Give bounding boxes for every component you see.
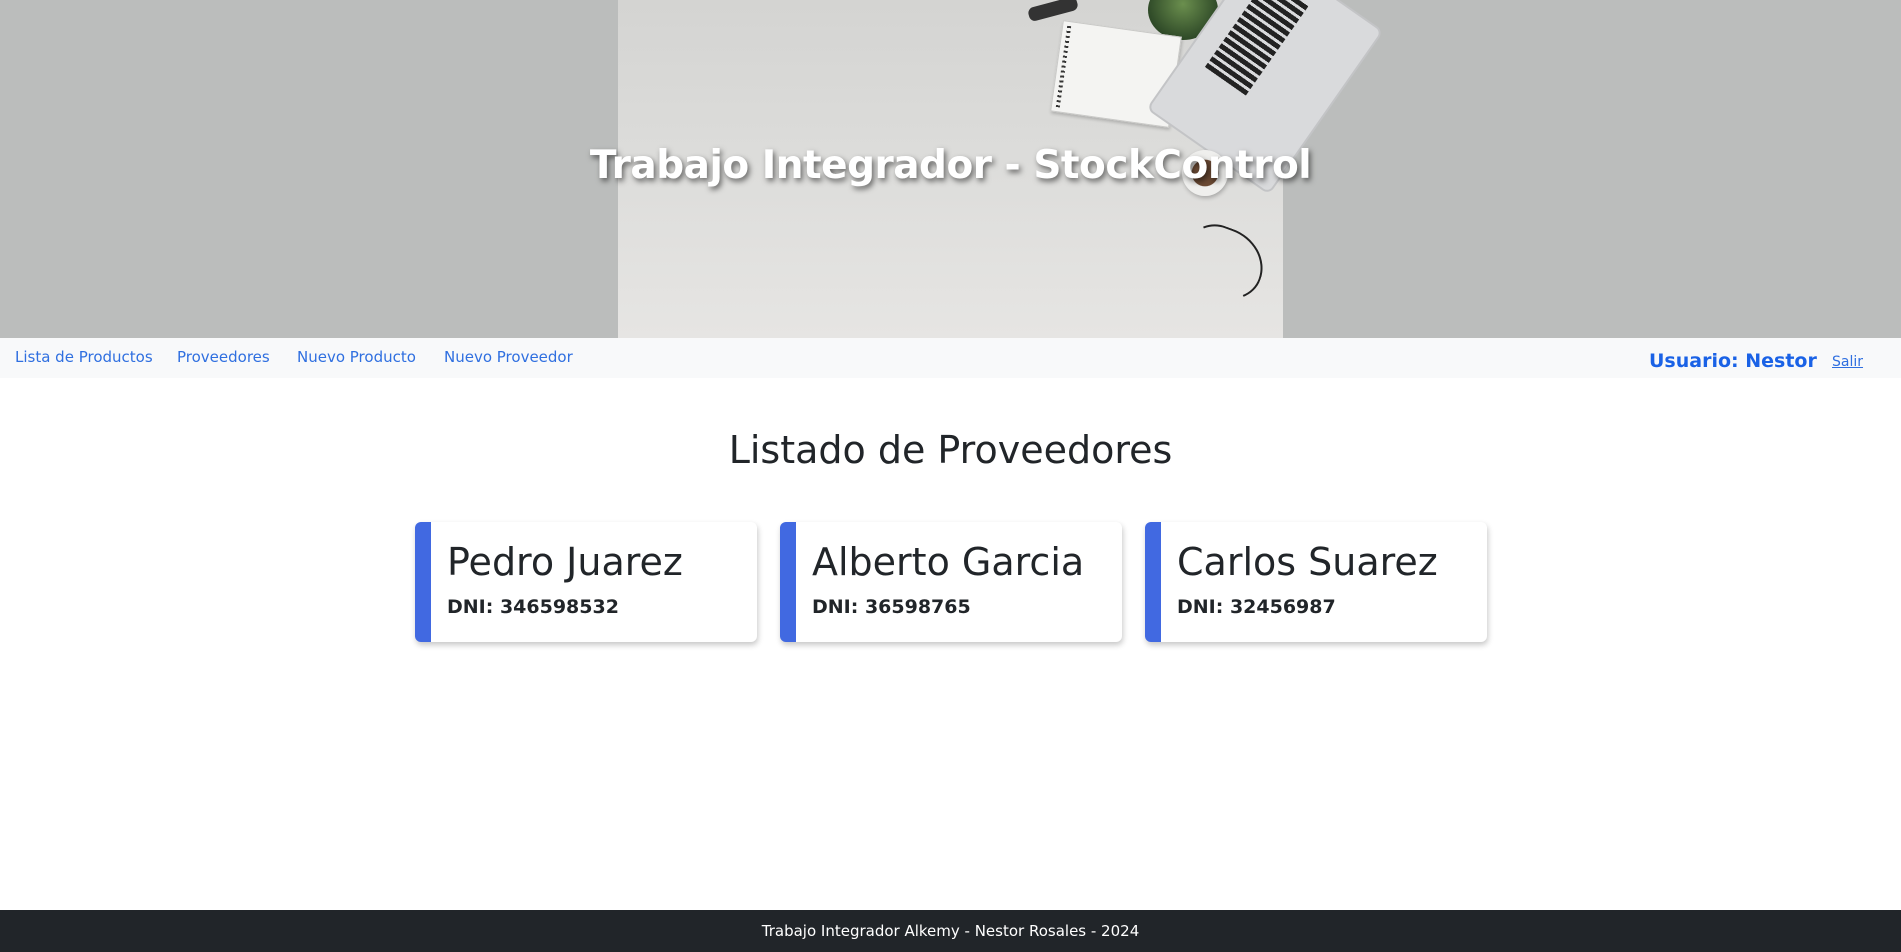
provider-name: Carlos Suarez	[1177, 540, 1438, 584]
nav-link-proveedores[interactable]: Proveedores	[177, 348, 270, 366]
provider-card: Alberto Garcia DNI: 36598765	[780, 522, 1122, 642]
main-navbar: Lista de Productos Proveedores Nuevo Pro…	[0, 338, 1901, 378]
footer-text: Trabajo Integrador Alkemy - Nestor Rosal…	[761, 922, 1140, 940]
provider-dni: DNI: 36598765	[812, 596, 971, 618]
nav-link-lista-de-productos[interactable]: Lista de Productos	[15, 348, 153, 366]
site-title: Trabajo Integrador - StockControl	[589, 143, 1312, 188]
logout-link[interactable]: Salir	[1832, 354, 1863, 370]
provider-name: Alberto Garcia	[812, 540, 1085, 584]
provider-name: Pedro Juarez	[447, 540, 683, 584]
provider-dni: DNI: 346598532	[447, 596, 619, 618]
provider-card: Pedro Juarez DNI: 346598532	[415, 522, 757, 642]
provider-cards: Pedro Juarez DNI: 346598532 Alberto Garc…	[415, 522, 1487, 642]
provider-dni: DNI: 32456987	[1177, 596, 1336, 618]
header-banner: Trabajo Integrador - StockControl	[0, 0, 1901, 338]
page-title: Listado de Proveedores	[728, 428, 1173, 472]
current-user-label: Usuario: Nestor	[1649, 350, 1817, 372]
provider-card: Carlos Suarez DNI: 32456987	[1145, 522, 1487, 642]
page-footer: Trabajo Integrador Alkemy - Nestor Rosal…	[0, 910, 1901, 952]
nav-link-nuevo-proveedor[interactable]: Nuevo Proveedor	[444, 348, 573, 366]
nav-link-nuevo-producto[interactable]: Nuevo Producto	[297, 348, 416, 366]
